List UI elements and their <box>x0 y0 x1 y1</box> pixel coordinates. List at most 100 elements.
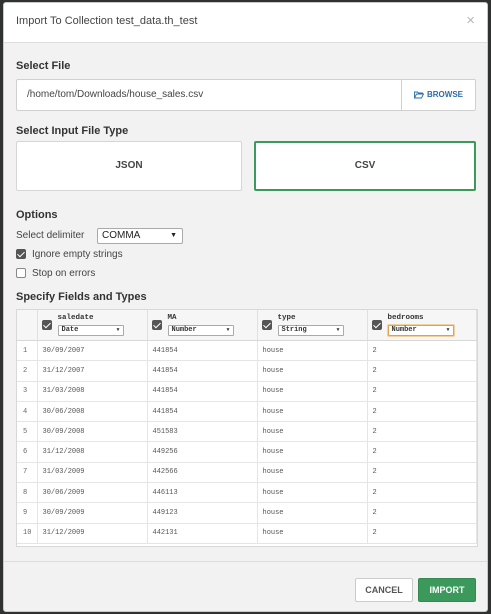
row-index: 1 <box>17 340 38 362</box>
bedrooms-cell: 2 <box>367 340 477 362</box>
type-cell: house <box>257 360 368 382</box>
saledate-cell: 30/06/2008 <box>37 401 148 423</box>
column-name: bedrooms <box>387 314 424 322</box>
bedrooms-include-checkbox[interactable] <box>371 320 382 330</box>
saledate-cell: 30/06/2009 <box>37 482 148 504</box>
table-row: 8 30/06/2009 446113 house 2 <box>17 482 477 504</box>
import-dialog: Import To Collection test_data.th_test ×… <box>3 2 488 612</box>
delimiter-select[interactable]: COMMA ▼ <box>97 228 183 244</box>
bedrooms-cell: 2 <box>367 421 477 443</box>
ma-cell: 449256 <box>147 441 258 463</box>
column-type-value: Number <box>171 326 197 334</box>
json-type-button[interactable]: JSON <box>16 141 242 191</box>
saledate-cell: 31/03/2009 <box>37 462 148 484</box>
fields-table: saledate Date ▼ MA Number ▼ type String ▼ <box>16 309 478 547</box>
column-name: type <box>277 314 296 322</box>
chevron-down-icon: ▼ <box>116 327 120 333</box>
column-header-type: type String ▼ <box>257 310 368 341</box>
bedrooms-cell: 2 <box>367 360 477 382</box>
file-path-input[interactable]: /home/tom/Downloads/house_sales.csv <box>16 79 402 111</box>
ma-cell: 449123 <box>147 502 258 524</box>
index-header <box>17 310 38 341</box>
column-type-value: String <box>281 326 307 334</box>
saledate-cell: 31/12/2009 <box>37 523 148 544</box>
saledate-cell: 30/09/2009 <box>37 502 148 524</box>
browse-label: BROWSE <box>427 90 463 99</box>
import-button[interactable]: IMPORT <box>418 578 476 602</box>
ignore-empty-strings-checkbox[interactable] <box>16 249 26 259</box>
browse-button[interactable]: BROWSE <box>402 79 476 111</box>
bedrooms-cell: 2 <box>367 401 477 423</box>
dialog-header: Import To Collection test_data.th_test × <box>4 3 487 43</box>
select-input-file-type-label: Select Input File Type <box>16 125 129 137</box>
row-index: 2 <box>17 360 38 382</box>
bedrooms-cell: 2 <box>367 381 477 402</box>
csv-type-button[interactable]: CSV <box>254 141 476 191</box>
ma-include-checkbox[interactable] <box>151 320 162 330</box>
ma-cell: 451583 <box>147 421 258 443</box>
row-index: 4 <box>17 401 38 423</box>
type-cell: house <box>257 523 368 544</box>
ma-cell: 442131 <box>147 523 258 544</box>
dialog-title: Import To Collection test_data.th_test <box>16 15 198 27</box>
bedrooms-cell: 2 <box>367 502 477 524</box>
table-row: 5 30/09/2008 451583 house 2 <box>17 421 477 443</box>
bedrooms-cell: 2 <box>367 462 477 484</box>
folder-open-icon <box>413 91 425 99</box>
column-name: MA <box>167 314 177 322</box>
table-row: 6 31/12/2008 449256 house 2 <box>17 441 477 463</box>
column-type-value: Number <box>391 326 417 334</box>
column-type-select[interactable]: Date ▼ <box>57 325 124 336</box>
row-index: 10 <box>17 523 38 544</box>
column-type-value: Date <box>61 326 79 334</box>
column-type-select[interactable]: String ▼ <box>277 325 344 336</box>
saledate-include-checkbox[interactable] <box>41 320 52 330</box>
table-row: 1 30/09/2007 441854 house 2 <box>17 340 477 362</box>
chevron-down-icon: ▼ <box>170 232 177 239</box>
ma-cell: 441854 <box>147 360 258 382</box>
type-cell: house <box>257 340 368 362</box>
saledate-cell: 31/03/2008 <box>37 381 148 402</box>
stop-on-errors-checkbox[interactable] <box>16 268 26 278</box>
delimiter-value: COMMA <box>102 230 141 241</box>
specify-fields-label: Specify Fields and Types <box>16 291 147 303</box>
row-index: 9 <box>17 502 38 524</box>
options-label: Options <box>16 209 58 221</box>
bedrooms-cell: 2 <box>367 441 477 463</box>
ma-cell: 442566 <box>147 462 258 484</box>
ma-cell: 441854 <box>147 381 258 402</box>
saledate-cell: 30/09/2008 <box>37 421 148 443</box>
saledate-cell: 31/12/2007 <box>37 360 148 382</box>
ma-cell: 441854 <box>147 340 258 362</box>
delimiter-label: Select delimiter <box>16 230 85 241</box>
row-index: 3 <box>17 381 38 402</box>
fields-header-row: saledate Date ▼ MA Number ▼ type String ▼ <box>17 310 477 341</box>
saledate-cell: 31/12/2008 <box>37 441 148 463</box>
bedrooms-cell: 2 <box>367 523 477 544</box>
table-row: 7 31/03/2009 442566 house 2 <box>17 462 477 484</box>
saledate-cell: 30/09/2007 <box>37 340 148 362</box>
column-header-saledate: saledate Date ▼ <box>37 310 148 341</box>
row-index: 6 <box>17 441 38 463</box>
ignore-empty-strings-label: Ignore empty strings <box>32 249 123 260</box>
column-type-select[interactable]: Number ▼ <box>167 325 234 336</box>
row-index: 8 <box>17 482 38 504</box>
column-name: saledate <box>57 314 94 322</box>
cancel-button[interactable]: CANCEL <box>355 578 413 602</box>
chevron-down-icon: ▼ <box>226 327 230 333</box>
stop-on-errors-label: Stop on errors <box>32 268 96 279</box>
column-type-select[interactable]: Number ▼ <box>387 325 454 336</box>
chevron-down-icon: ▼ <box>446 327 450 333</box>
type-cell: house <box>257 381 368 402</box>
type-cell: house <box>257 441 368 463</box>
chevron-down-icon: ▼ <box>336 327 340 333</box>
type-include-checkbox[interactable] <box>261 320 272 330</box>
table-row: 2 31/12/2007 441854 house 2 <box>17 360 477 382</box>
table-row: 9 30/09/2009 449123 house 2 <box>17 502 477 524</box>
type-cell: house <box>257 421 368 443</box>
close-icon[interactable]: × <box>466 12 475 29</box>
table-row: 3 31/03/2008 441854 house 2 <box>17 381 477 402</box>
file-row: /home/tom/Downloads/house_sales.csv BROW… <box>16 79 476 111</box>
row-index: 7 <box>17 462 38 484</box>
table-row: 4 30/06/2008 441854 house 2 <box>17 401 477 423</box>
